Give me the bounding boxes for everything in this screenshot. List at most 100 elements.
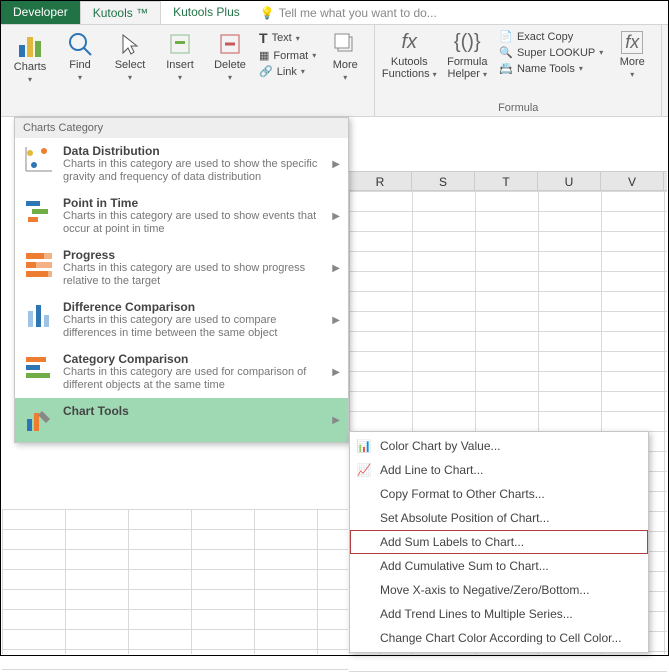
progress-icon — [23, 248, 55, 280]
find-label: Find — [69, 59, 90, 71]
name-icon: 📇 — [499, 62, 513, 75]
bar-compare-icon — [23, 352, 55, 384]
select-label: Select — [115, 59, 146, 71]
chevron-right-icon: ▶ — [332, 315, 340, 326]
chevron-down-icon: ▾ — [301, 67, 305, 76]
sub-label: Change Chart Color According to Cell Col… — [380, 631, 621, 645]
chevron-down-icon: ▾ — [343, 73, 347, 82]
text-button[interactable]: TText▾ — [257, 29, 318, 47]
col-header[interactable]: R — [349, 172, 412, 190]
kutools-functions-button[interactable]: fx KutoolsFunctions ▾ — [381, 27, 437, 81]
group-last: Relast — [662, 25, 669, 116]
dd-data-distribution[interactable]: Data DistributionCharts in this category… — [15, 138, 348, 190]
group-label — [7, 102, 368, 116]
scatter-icon — [23, 144, 55, 176]
chevron-down-icon: ▾ — [599, 48, 603, 57]
worksheet-grid-left[interactable] — [2, 509, 348, 654]
link-icon: 🔗 — [259, 65, 273, 78]
dd-title: Progress — [63, 248, 324, 262]
copy-icon: 📄 — [499, 30, 513, 43]
tools-icon — [23, 404, 55, 436]
exact-copy-label: Exact Copy — [517, 31, 573, 43]
chevron-down-icon: ▾ — [433, 70, 437, 79]
sub-move-xaxis[interactable]: Move X-axis to Negative/Zero/Bottom... — [350, 578, 648, 602]
sub-change-color[interactable]: Change Chart Color According to Cell Col… — [350, 626, 648, 650]
col-header[interactable]: V — [601, 172, 664, 190]
braces-icon: {()} — [454, 31, 481, 54]
kf-l2: Functions — [382, 68, 430, 80]
tab-kutools[interactable]: Kutools ™ — [80, 1, 161, 24]
chevron-down-icon: ▾ — [228, 73, 232, 82]
more-icon — [332, 31, 358, 57]
dd-title: Category Comparison — [63, 352, 324, 366]
chevron-down-icon: ▾ — [128, 73, 132, 82]
sub-add-sum-labels[interactable]: Add Sum Labels to Chart... — [350, 530, 648, 554]
charts-button[interactable]: Charts▾ — [7, 27, 53, 86]
formula-helper-button[interactable]: {()} FormulaHelper ▾ — [441, 27, 493, 81]
fx-icon: fx — [401, 31, 417, 54]
group-charts-find: Charts▾ Find▾ Select▾ Insert▾ Delete▾ TT… — [1, 25, 375, 116]
sub-absolute-position[interactable]: Set Absolute Position of Chart... — [350, 506, 648, 530]
charts-label: Charts — [14, 61, 46, 73]
link-label: Link — [277, 66, 297, 78]
sub-color-by-value[interactable]: 📊Color Chart by Value... — [350, 434, 648, 458]
sub-copy-format[interactable]: Copy Format to Other Charts... — [350, 482, 648, 506]
dd-category-comparison[interactable]: Category ComparisonCharts in this catego… — [15, 346, 348, 398]
cursor-icon — [117, 31, 143, 57]
chevron-down-icon: ▾ — [483, 70, 487, 79]
exact-copy-button[interactable]: 📄 Exact Copy — [497, 29, 605, 44]
dd-progress[interactable]: ProgressCharts in this category are used… — [15, 242, 348, 294]
col-header[interactable]: T — [475, 172, 538, 190]
sub-trend-lines[interactable]: Add Trend Lines to Multiple Series... — [350, 602, 648, 626]
tab-kutools-plus[interactable]: Kutools Plus — [161, 1, 252, 24]
sub-add-cumulative[interactable]: Add Cumulative Sum to Chart... — [350, 554, 648, 578]
link-button[interactable]: 🔗 Link ▾ — [257, 64, 318, 79]
search-icon — [67, 31, 93, 57]
fx-box-icon: fx — [621, 31, 643, 54]
ribbon: Charts▾ Find▾ Select▾ Insert▾ Delete▾ TT… — [1, 25, 668, 117]
text-label: Text — [272, 32, 292, 44]
sub-label: Add Cumulative Sum to Chart... — [380, 559, 549, 573]
dd-title: Point in Time — [63, 196, 324, 210]
lookup-icon: 🔍 — [499, 46, 513, 59]
tab-developer[interactable]: Developer — [1, 1, 80, 24]
dd-desc: Charts in this category are used to show… — [63, 158, 324, 184]
name-tools-button[interactable]: 📇Name Tools▾ — [497, 61, 605, 76]
col-header[interactable]: S — [412, 172, 475, 190]
fh-l1: Formula — [447, 56, 487, 68]
dd-chart-tools[interactable]: Chart Tools ▶ — [15, 398, 348, 442]
column-diff-icon — [23, 300, 55, 332]
group-label-formula: Formula — [381, 102, 655, 116]
more-button-2[interactable]: fx More▾ — [609, 27, 655, 81]
sub-label: Add Sum Labels to Chart... — [380, 535, 524, 549]
grid-icon: ▦ — [259, 49, 269, 62]
select-button[interactable]: Select ▾ — [107, 27, 153, 84]
insert-button[interactable]: Insert ▾ — [157, 27, 203, 84]
dd-point-in-time[interactable]: Point in TimeCharts in this category are… — [15, 190, 348, 242]
insert-icon — [167, 31, 193, 57]
col-header[interactable]: U — [538, 172, 601, 190]
find-button[interactable]: Find▾ — [57, 27, 103, 84]
chevron-down-icon: ▾ — [178, 73, 182, 82]
dropdown-header: Charts Category — [15, 118, 348, 138]
super-lookup-button[interactable]: 🔍 Super LOOKUP ▾ — [497, 45, 605, 60]
more-label: More — [333, 59, 358, 71]
delete-button[interactable]: Delete▾ — [207, 27, 253, 84]
tell-me[interactable]: 💡 Tell me what you want to do... — [252, 1, 445, 24]
dd-title: Data Distribution — [63, 144, 324, 158]
sub-label: Color Chart by Value... — [380, 439, 501, 453]
gantt-icon — [23, 196, 55, 228]
super-lookup-label: Super LOOKUP — [517, 47, 595, 59]
chevron-down-icon: ▾ — [312, 51, 316, 60]
more-button-1[interactable]: More ▾ — [322, 27, 368, 84]
sub-label: Move X-axis to Negative/Zero/Bottom... — [380, 583, 589, 597]
chevron-right-icon: ▶ — [332, 159, 340, 170]
dd-desc: Charts in this category are used to comp… — [63, 314, 324, 340]
dd-difference-comparison[interactable]: Difference ComparisonCharts in this cate… — [15, 294, 348, 346]
line-chart-icon: 📈 — [356, 463, 372, 477]
sub-add-line[interactable]: 📈Add Line to Chart... — [350, 458, 648, 482]
format-button[interactable]: ▦Format▾ — [257, 48, 318, 63]
dd-desc: Charts in this category are used for com… — [63, 366, 324, 392]
tab-bar: Developer Kutools ™ Kutools Plus 💡 Tell … — [1, 1, 668, 25]
insert-label: Insert — [166, 59, 194, 71]
